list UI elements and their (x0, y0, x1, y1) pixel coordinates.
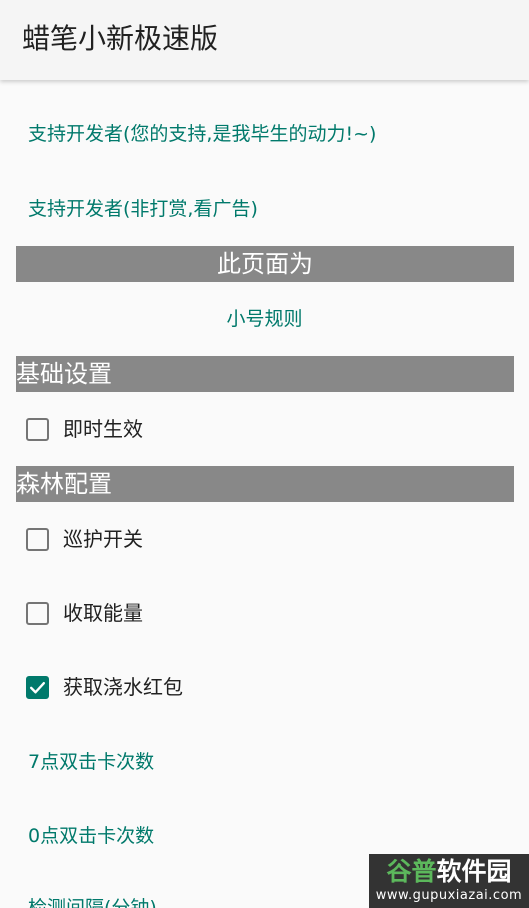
seven-double-click-setting[interactable]: 7点双击卡次数 (28, 748, 154, 776)
check-interval-setting[interactable]: 检测间隔(分钟) (28, 894, 157, 908)
settings-content[interactable]: 支持开发者(您的支持,是我毕生的动力!~) 支持开发者(非打赏,看广告) 此页面… (0, 82, 529, 908)
water-redpacket-checkbox-row[interactable]: 获取浇水红包 (26, 673, 183, 701)
water-redpacket-label: 获取浇水红包 (63, 675, 183, 699)
section-header-basic: 基础设置 (16, 356, 514, 392)
alt-account-rules-link[interactable]: 小号规则 (0, 305, 529, 333)
instant-effect-checkbox-row[interactable]: 即时生效 (26, 415, 143, 443)
patrol-switch-label: 巡护开关 (63, 527, 143, 551)
instant-effect-label: 即时生效 (63, 417, 143, 441)
watermark-logo-text: 谷普软件园 (386, 857, 512, 886)
patrol-switch-checkbox-row[interactable]: 巡护开关 (26, 525, 143, 553)
instant-effect-checkbox[interactable] (26, 417, 49, 441)
collect-energy-checkbox[interactable] (26, 601, 49, 625)
collect-energy-label: 收取能量 (63, 601, 143, 625)
watermark-url: www.gupuxiazai.com (375, 888, 523, 903)
support-developer-link[interactable]: 支持开发者(您的支持,是我毕生的动力!~) (28, 120, 376, 148)
app-title: 蜡笔小新极速版 (22, 22, 219, 55)
app-bar: 蜡笔小新极速版 (0, 0, 529, 80)
checkmark-icon (29, 681, 46, 693)
collect-energy-checkbox-row[interactable]: 收取能量 (26, 599, 143, 627)
zero-double-click-setting[interactable]: 0点双击卡次数 (28, 822, 154, 850)
page-label-header: 此页面为 (16, 246, 514, 282)
patrol-switch-checkbox[interactable] (26, 527, 49, 551)
section-header-forest: 森林配置 (16, 466, 514, 502)
site-watermark: 谷普软件园 www.gupuxiazai.com (369, 854, 529, 908)
support-ads-link[interactable]: 支持开发者(非打赏,看广告) (28, 195, 258, 223)
water-redpacket-checkbox[interactable] (26, 675, 49, 699)
